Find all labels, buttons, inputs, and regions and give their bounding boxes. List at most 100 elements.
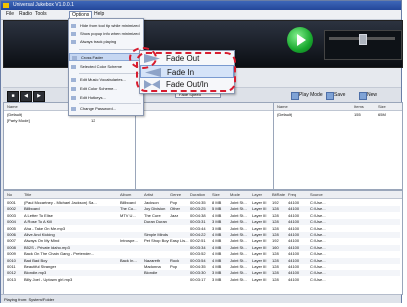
menu-divider	[79, 73, 141, 74]
track-row[interactable]: 0003 A Letter To Elise MTV U... The Cure Jaz…	[4, 213, 400, 219]
track-cell: 4 MB	[212, 232, 222, 237]
track-cell: 128	[272, 232, 279, 237]
menu-item-edit-hotkeys[interactable]: Edit Hotkeys...	[69, 94, 143, 102]
track-cell: Other	[170, 206, 181, 212]
track-cell: 192	[272, 200, 279, 205]
vocabulary-icon	[71, 78, 76, 82]
track-cell: 128	[272, 206, 279, 212]
track-cell: 160	[272, 244, 279, 250]
library-panel: Name Items Size (Default) 155 65M	[273, 102, 403, 190]
column-size[interactable]: Size	[378, 103, 386, 110]
track-cell: Layer III	[252, 212, 267, 218]
track-column-header[interactable]: BitRate	[272, 191, 285, 198]
track-row[interactable]: 0010 Bad Bad Boy Back In... Nazareth Rock 00:…	[4, 257, 400, 264]
track-column-header[interactable]: Artist	[144, 191, 153, 198]
menu-divider	[79, 103, 141, 104]
track-cell: B52S - Private Idaho.mp3	[24, 244, 70, 250]
library-size: 65M	[378, 112, 386, 117]
track-cell: 00:03:25	[190, 206, 206, 212]
volume-slider-knob[interactable]	[359, 34, 367, 45]
menu-item-change-password[interactable]: Change Password...	[69, 105, 143, 113]
track-cell: 4 MB	[212, 257, 222, 263]
menu-item-label: Cross Fader	[81, 55, 104, 60]
track-row[interactable]: 0004 A Rose To A Kill Duran Duran 00:03:31 3…	[4, 219, 400, 226]
track-cell: 4 MB	[212, 238, 222, 244]
track-row[interactable]: 0009 Back On The Chain Gang - Pretender..…	[4, 251, 400, 257]
track-column-header[interactable]: Source	[310, 191, 323, 198]
track-cell: Joint St...	[230, 257, 247, 263]
track-cell: 44100	[288, 270, 300, 276]
track-cell: Joint St...	[230, 206, 247, 212]
track-row[interactable]: 0001 (Paul Mccartney - Michael Jackson) S…	[4, 200, 400, 206]
library-name: (Default)	[277, 112, 293, 117]
app-window: Universal Jukebox V1.0.0.1 File Radio To…	[0, 0, 403, 303]
menu-item-edit-color-scheme[interactable]: Edit Color Scheme...	[69, 85, 143, 93]
track-cell: The Cure	[144, 212, 161, 218]
track-cell: 0009	[7, 251, 16, 257]
menu-item-edit-vocabularies[interactable]: Edit Music Vocabularies...	[69, 76, 143, 84]
keyboard-icon	[71, 96, 76, 100]
track-cell: 128	[272, 219, 279, 225]
track-cell: Joint St...	[230, 219, 247, 225]
track-cell: Joint St...	[230, 276, 247, 282]
track-cell: 3 MB	[212, 219, 222, 225]
menu-help[interactable]: Help	[92, 11, 106, 18]
edit-color-icon	[71, 87, 76, 91]
track-row[interactable]: 0006 Alive And Kicking Simple Minds 00:04:2…	[4, 232, 400, 238]
library-row[interactable]: (Default) 155 65M	[277, 112, 399, 118]
track-cell: Billboard	[24, 206, 40, 212]
track-row[interactable]: 0005 Aha - Take On Me.mp3 00:03:44 3 MB Join…	[4, 226, 400, 232]
track-column-header[interactable]: Size	[212, 191, 220, 198]
save-button[interactable]: Save	[325, 91, 345, 100]
track-cell: Layer III	[252, 276, 267, 282]
menu-item-fade-in[interactable]: Fade In	[140, 65, 234, 78]
track-row[interactable]: 0007 Always On My Mind Introspe... Pet Shop…	[4, 238, 400, 244]
menu-item-show-popup[interactable]: Show popup info when minimized	[69, 30, 143, 38]
track-row[interactable]: 0002 Billboard The Co... Joy Division Other 0…	[4, 206, 400, 213]
track-column-header[interactable]: Mode	[230, 191, 240, 198]
playlist-row[interactable]: [Party Mode] 12	[7, 118, 127, 124]
track-column-header[interactable]: Duration	[190, 191, 205, 198]
track-column-header[interactable]: Title	[24, 191, 31, 198]
track-cell: 0004	[7, 219, 16, 225]
track-cell: Pop	[170, 200, 178, 205]
track-cell: 128	[272, 212, 279, 218]
track-cell: Nazareth	[144, 257, 161, 263]
menu-radio[interactable]: Radio	[17, 11, 34, 18]
track-column-header[interactable]: No	[7, 191, 12, 198]
menu-bar: File Radio Tools Options Help	[1, 10, 401, 20]
track-cell: 128	[272, 276, 279, 282]
track-row[interactable]: 0012 Blondie.mp3 Blondie 00:03:30 3 MB Joint …	[4, 270, 400, 277]
track-row[interactable]: 0008 B52S - Private Idaho.mp3 00:03:34 4 MB…	[4, 244, 400, 251]
column-items[interactable]: Items	[354, 103, 364, 110]
new-button[interactable]: New	[358, 91, 377, 100]
track-column-header[interactable]: Freq	[288, 191, 296, 198]
track-cell: Layer III	[252, 225, 267, 231]
track-cell: Jackson	[144, 200, 159, 205]
play-button[interactable]	[287, 27, 313, 53]
stop-icon[interactable]: ■	[7, 91, 19, 102]
track-cell: C:\Use...	[310, 238, 326, 244]
track-row[interactable]: 0011 Beautiful Stranger Madonna Pop 00:04:35…	[4, 264, 400, 270]
track-cell: Beautiful Stranger	[24, 264, 57, 269]
play-mode-button[interactable]: Play Mode	[290, 91, 323, 100]
track-column-header[interactable]: Layer	[252, 191, 262, 198]
track-column-header[interactable]: Album	[120, 191, 131, 198]
previous-icon[interactable]: ◀	[20, 91, 32, 102]
track-cell: Joint St...	[230, 200, 247, 205]
menu-tools[interactable]: Tools	[33, 11, 49, 18]
lock-icon	[71, 107, 76, 111]
track-row[interactable]: 0013 Billy Joel - Uptown girl.mp3 00:03:17…	[4, 277, 400, 283]
track-cell: 4 MB	[212, 244, 222, 250]
column-name[interactable]: Name	[277, 103, 288, 110]
track-column-header[interactable]: Genre	[170, 191, 181, 198]
track-cell: 5 MB	[212, 206, 222, 212]
column-name[interactable]: Name	[7, 103, 18, 110]
menu-file[interactable]: File	[4, 11, 16, 18]
menu-item-hide-tooltip[interactable]: Hide from tool tip while minimized	[69, 22, 143, 30]
track-cell: Joint St...	[230, 270, 247, 276]
next-icon[interactable]: ▶	[33, 91, 45, 102]
menu-item-track-playing[interactable]: Always track playing	[69, 38, 143, 46]
menu-item-fade-out-in[interactable]: Fade Out/In	[140, 78, 234, 91]
fade-in-icon	[145, 68, 161, 77]
